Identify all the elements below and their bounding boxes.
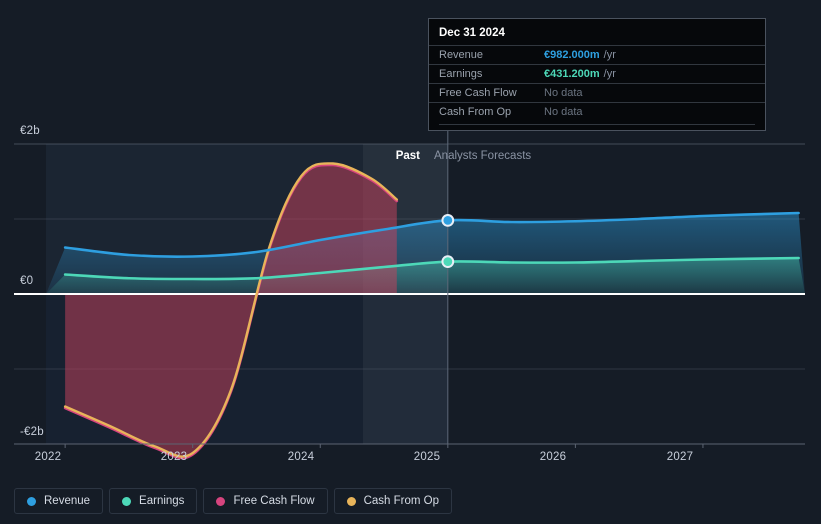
forecast-period-label: Analysts Forecasts	[434, 150, 532, 162]
x-axis-tick-2027: 2027	[666, 451, 694, 463]
y-axis-label-top: €2b	[20, 125, 40, 137]
tooltip-value-earnings: €431.200m	[544, 68, 600, 80]
y-axis-label-zero: €0	[20, 275, 34, 287]
tooltip-value-revenue: €982.000m	[544, 49, 600, 61]
x-axis-tick-2022: 2022	[34, 451, 62, 463]
x-axis-tick-2023: 2023	[160, 451, 188, 463]
free-cash-flow-color-dot	[216, 496, 226, 506]
legend-label-revenue: Revenue	[44, 495, 91, 507]
earnings-color-dot	[122, 496, 132, 506]
tooltip-value-cash-from-op: No data	[544, 106, 583, 118]
past-period-label: Past	[395, 150, 420, 162]
legend-label-free-cash-flow: Free Cash Flow	[233, 495, 315, 507]
legend-label-earnings: Earnings	[139, 495, 185, 507]
x-axis-tick-2025: 2025	[413, 451, 441, 463]
legend-label-cash-from-op: Cash From Op	[363, 495, 440, 507]
tooltip-unit-revenue: /yr	[603, 49, 616, 61]
tooltip-label-earnings: Earnings	[439, 68, 483, 80]
tooltip-label-free-cash-flow: Free Cash Flow	[439, 87, 517, 99]
tooltip-value-free-cash-flow: No data	[544, 87, 583, 99]
legend-item-revenue[interactable]: Revenue	[14, 488, 104, 514]
x-axis-tick-2024: 2024	[287, 451, 315, 463]
legend-item-free-cash-flow[interactable]: Free Cash Flow	[203, 488, 328, 514]
x-axis-tick-2026: 2026	[539, 451, 567, 463]
tooltip-date: Dec 31 2024	[439, 27, 505, 39]
legend-item-cash-from-op[interactable]: Cash From Op	[333, 488, 453, 514]
revenue-color-dot	[27, 496, 36, 506]
data-point-tooltip: Dec 31 2024 Revenue €982.000m /yr Earnin…	[428, 18, 766, 131]
y-axis-label-bottom: -€2b	[20, 426, 44, 438]
financial-performance-chart: €2b €0 -€2b 2022 2023 2024 2025 2026 202…	[0, 0, 821, 524]
tooltip-footer-divider	[439, 124, 755, 126]
tooltip-label-revenue: Revenue	[439, 49, 484, 61]
tooltip-label-cash-from-op: Cash From Op	[439, 106, 512, 118]
tooltip-row-cash-from-op: Cash From Op No data	[429, 102, 765, 121]
cash-from-op-color-dot	[346, 496, 356, 506]
tooltip-row-revenue: Revenue €982.000m /yr	[429, 45, 765, 64]
chart-legend: Revenue Earnings Free Cash Flow Cash Fro…	[14, 488, 453, 514]
tooltip-row-free-cash-flow: Free Cash Flow No data	[429, 83, 765, 102]
tooltip-unit-earnings: /yr	[603, 68, 616, 80]
legend-item-earnings[interactable]: Earnings	[109, 488, 198, 514]
tooltip-row-earnings: Earnings €431.200m /yr	[429, 64, 765, 83]
